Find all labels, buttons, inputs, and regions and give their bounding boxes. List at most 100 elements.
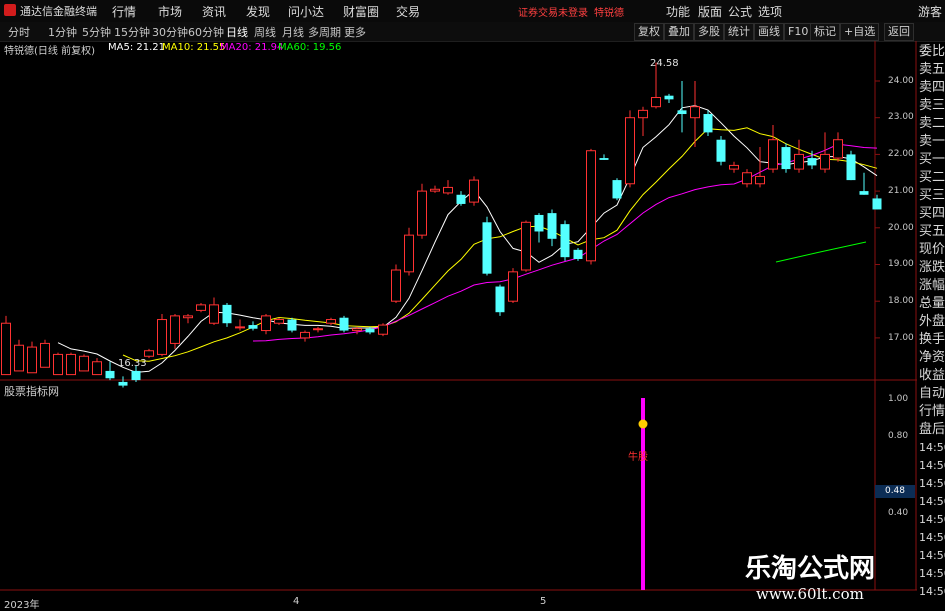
candle-body-up <box>586 150 596 262</box>
ma-lines <box>57 105 878 373</box>
candle-body-down <box>703 114 713 133</box>
candle-body-up <box>391 269 401 302</box>
quote-label: 买二 <box>919 170 945 185</box>
candle-body-up <box>92 361 102 376</box>
candle-body-up <box>196 304 206 311</box>
candle-body-down <box>118 381 128 386</box>
candle-body-up <box>651 97 661 108</box>
candle-body-up <box>469 179 479 203</box>
sub-current-value: 0.48 <box>875 485 915 498</box>
quote-label: 卖三 <box>919 98 945 113</box>
quote-label: 委比 <box>919 44 945 59</box>
candle-body-down <box>248 325 258 329</box>
x-label-may: 5 <box>540 596 547 607</box>
high-label: 24.58 <box>650 58 679 69</box>
side-label: 14:50 <box>919 549 945 562</box>
candle-body-down <box>365 328 375 333</box>
quote-label: 换手 <box>919 332 945 347</box>
candle-body-up <box>690 106 700 119</box>
candle-body-up <box>300 331 310 339</box>
candle-body-down <box>105 370 115 379</box>
quote-label: 卖二 <box>919 116 945 131</box>
side-label: 14:50 <box>919 513 945 526</box>
candle-body-down <box>859 191 869 195</box>
side-label: 自动 <box>919 386 945 401</box>
candle-body-up <box>209 304 219 324</box>
watermark-url: www.60lt.com <box>756 585 864 603</box>
quote-label: 总量 <box>919 296 945 311</box>
quote-label: 卖五 <box>919 62 945 77</box>
candle-body-up <box>820 153 830 170</box>
candle-body-up <box>794 153 804 170</box>
side-label: 行情 <box>919 404 945 419</box>
candle-body-down <box>612 180 622 199</box>
quote-label: 收益 <box>919 368 945 383</box>
candle-body-down <box>599 158 609 160</box>
candle-body-up <box>14 344 24 372</box>
candle-body-up <box>157 319 167 355</box>
candle-body-down <box>573 249 583 259</box>
candle-body-down <box>339 317 349 331</box>
candle-body-up <box>833 139 843 159</box>
candle-body-up <box>768 139 778 170</box>
candle-body-up <box>183 315 193 319</box>
price-tick: 21.00 <box>888 186 914 196</box>
quote-label: 买五 <box>919 224 945 239</box>
candle-body-up <box>417 190 427 236</box>
side-label: 14:50 <box>919 477 945 490</box>
price-tick: 23.00 <box>888 112 914 122</box>
quote-label: 买三 <box>919 188 945 203</box>
grid-lines <box>0 41 917 591</box>
candle-body-up <box>729 164 739 170</box>
candle-body-down <box>807 158 817 166</box>
watermark-logo: 乐淘公式网 <box>745 554 876 584</box>
candle-body-up <box>53 353 63 376</box>
candle-body-down <box>547 213 557 239</box>
candle-body-up <box>40 342 50 368</box>
candle-body-up <box>326 319 336 324</box>
candle-body-down <box>222 304 232 324</box>
candle-body-up <box>144 350 154 357</box>
ma60-line <box>775 241 867 263</box>
sub-tick: 1.00 <box>888 394 909 404</box>
candle-body-up <box>274 319 284 324</box>
ma5-line <box>57 105 878 373</box>
quote-label: 卖四 <box>919 80 945 95</box>
price-tick: 17.00 <box>888 333 914 343</box>
quote-label: 现价 <box>919 242 945 257</box>
candle-body-up <box>352 328 362 332</box>
price-tick: 18.00 <box>888 296 914 306</box>
candle-body-up <box>521 221 531 271</box>
candle-body-up <box>508 271 518 302</box>
candle-body-up <box>638 109 648 119</box>
candle-body-down <box>131 370 141 381</box>
chart-canvas[interactable] <box>0 0 945 609</box>
candle-body-down <box>456 194 466 204</box>
quote-label: 卖一 <box>919 134 945 149</box>
candle-body-down <box>482 222 492 274</box>
x-label-april: 4 <box>293 596 300 607</box>
candle-body-up <box>79 355 89 372</box>
side-label: 盘后 <box>919 422 945 437</box>
candle-body-up <box>235 326 245 329</box>
sub-tick: 0.40 <box>888 508 909 518</box>
candle-body-down <box>560 224 570 258</box>
quote-label: 买一 <box>919 152 945 167</box>
price-tick: 20.00 <box>888 223 914 233</box>
candle-body-down <box>677 110 687 115</box>
quote-panel: 委比 卖五 卖四 卖三 卖二 卖一 买一 买二 买三 买四 买五 现价 涨跌 涨幅 总量 外盘 换手 净资 收益 <box>917 41 945 383</box>
indicator-name: 股票指标网 <box>4 385 59 398</box>
candle-body-up <box>1 322 11 376</box>
candle-body-down <box>716 139 726 162</box>
side-label: 14:50 <box>919 567 945 580</box>
candle-body-up <box>443 186 453 194</box>
candle-body-down <box>534 214 544 232</box>
indicator-chart <box>638 398 648 590</box>
candle-body-down <box>664 95 674 100</box>
candle-body-up <box>313 328 323 331</box>
side-label: 14:50 <box>919 585 945 598</box>
side-label: 14:50 <box>919 495 945 508</box>
candle-body-up <box>170 315 180 344</box>
candle-body-up <box>625 117 635 185</box>
candle-body-up <box>742 172 752 185</box>
